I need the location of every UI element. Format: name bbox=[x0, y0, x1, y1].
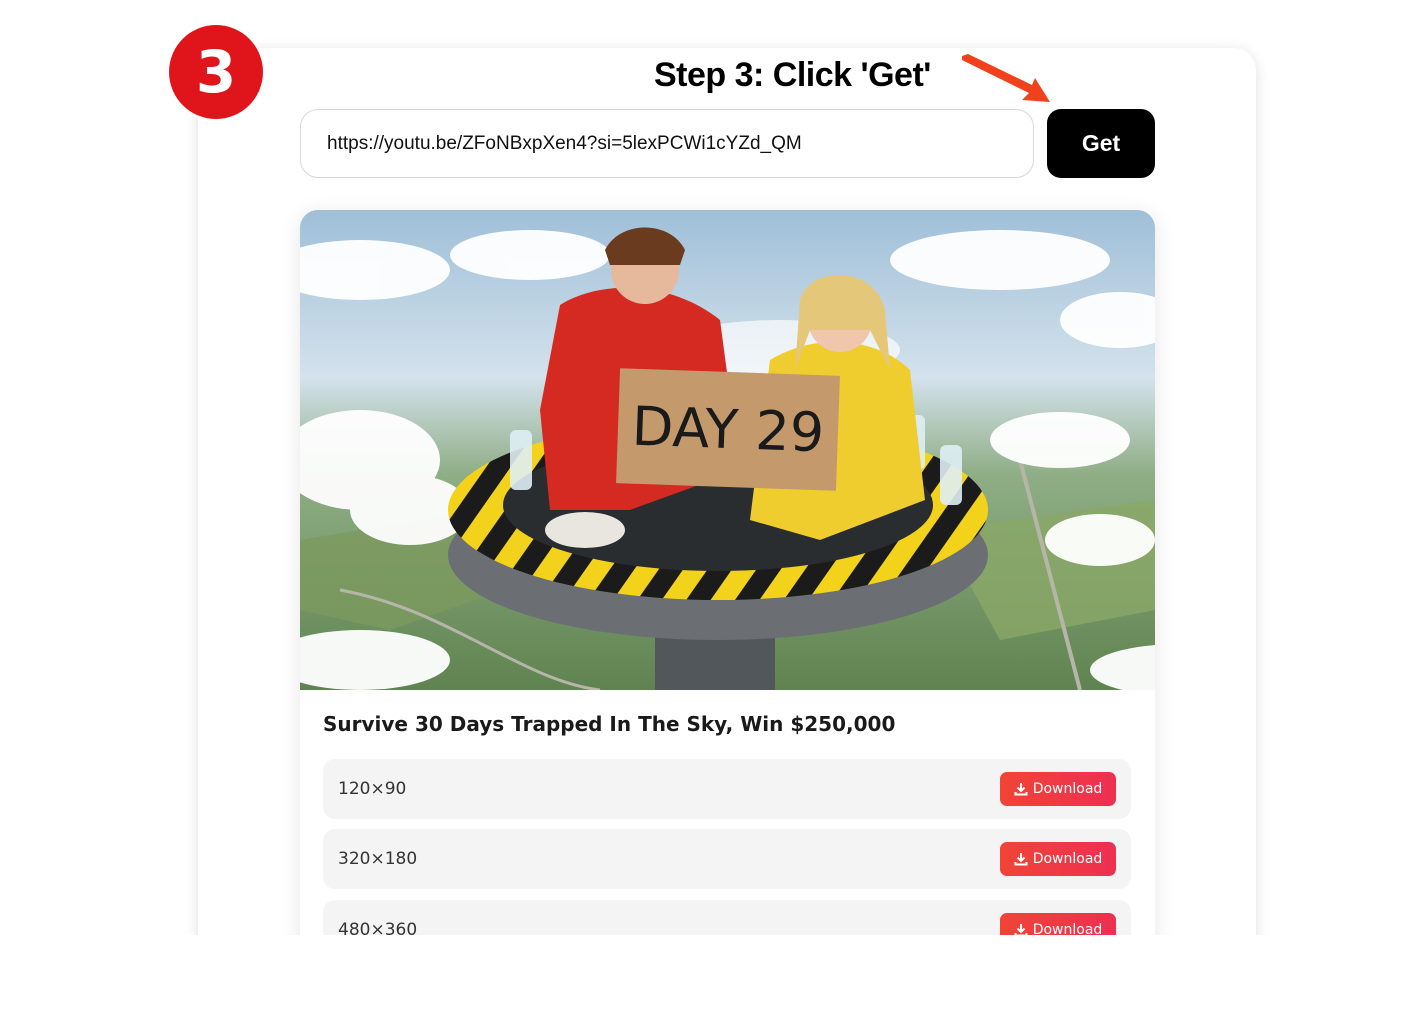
download-button-320x180[interactable]: Download bbox=[1000, 842, 1116, 876]
download-button-120x90[interactable]: Download bbox=[1000, 772, 1116, 806]
resolution-row: 120×90 Download bbox=[323, 759, 1131, 819]
download-icon bbox=[1014, 853, 1028, 866]
resolution-label: 320×180 bbox=[338, 849, 418, 869]
result-panel: DAY 29 Survive 30 Days Trapped In The Sk… bbox=[300, 210, 1155, 1010]
tutorial-stage: 3 Step 3: Click 'Get' Get bbox=[0, 0, 1425, 1012]
thumbnail-illustration: DAY 29 bbox=[300, 210, 1155, 690]
url-input[interactable] bbox=[300, 109, 1034, 178]
video-thumbnail: DAY 29 bbox=[300, 210, 1155, 690]
resolution-row: 320×180 Download bbox=[323, 829, 1131, 889]
video-title: Survive 30 Days Trapped In The Sky, Win … bbox=[323, 712, 896, 736]
thumbnail-sign-text: DAY 29 bbox=[631, 395, 825, 465]
download-icon bbox=[1014, 783, 1028, 796]
download-label: Download bbox=[1032, 781, 1103, 797]
step-number-badge: 3 bbox=[169, 25, 263, 119]
arrow-pointer-icon bbox=[962, 54, 1050, 102]
step-caption: Step 3: Click 'Get' bbox=[654, 56, 931, 94]
resolution-label: 120×90 bbox=[338, 779, 407, 799]
download-label: Download bbox=[1032, 851, 1103, 867]
get-button[interactable]: Get bbox=[1047, 109, 1155, 178]
page-bottom-margin bbox=[0, 935, 1425, 1012]
